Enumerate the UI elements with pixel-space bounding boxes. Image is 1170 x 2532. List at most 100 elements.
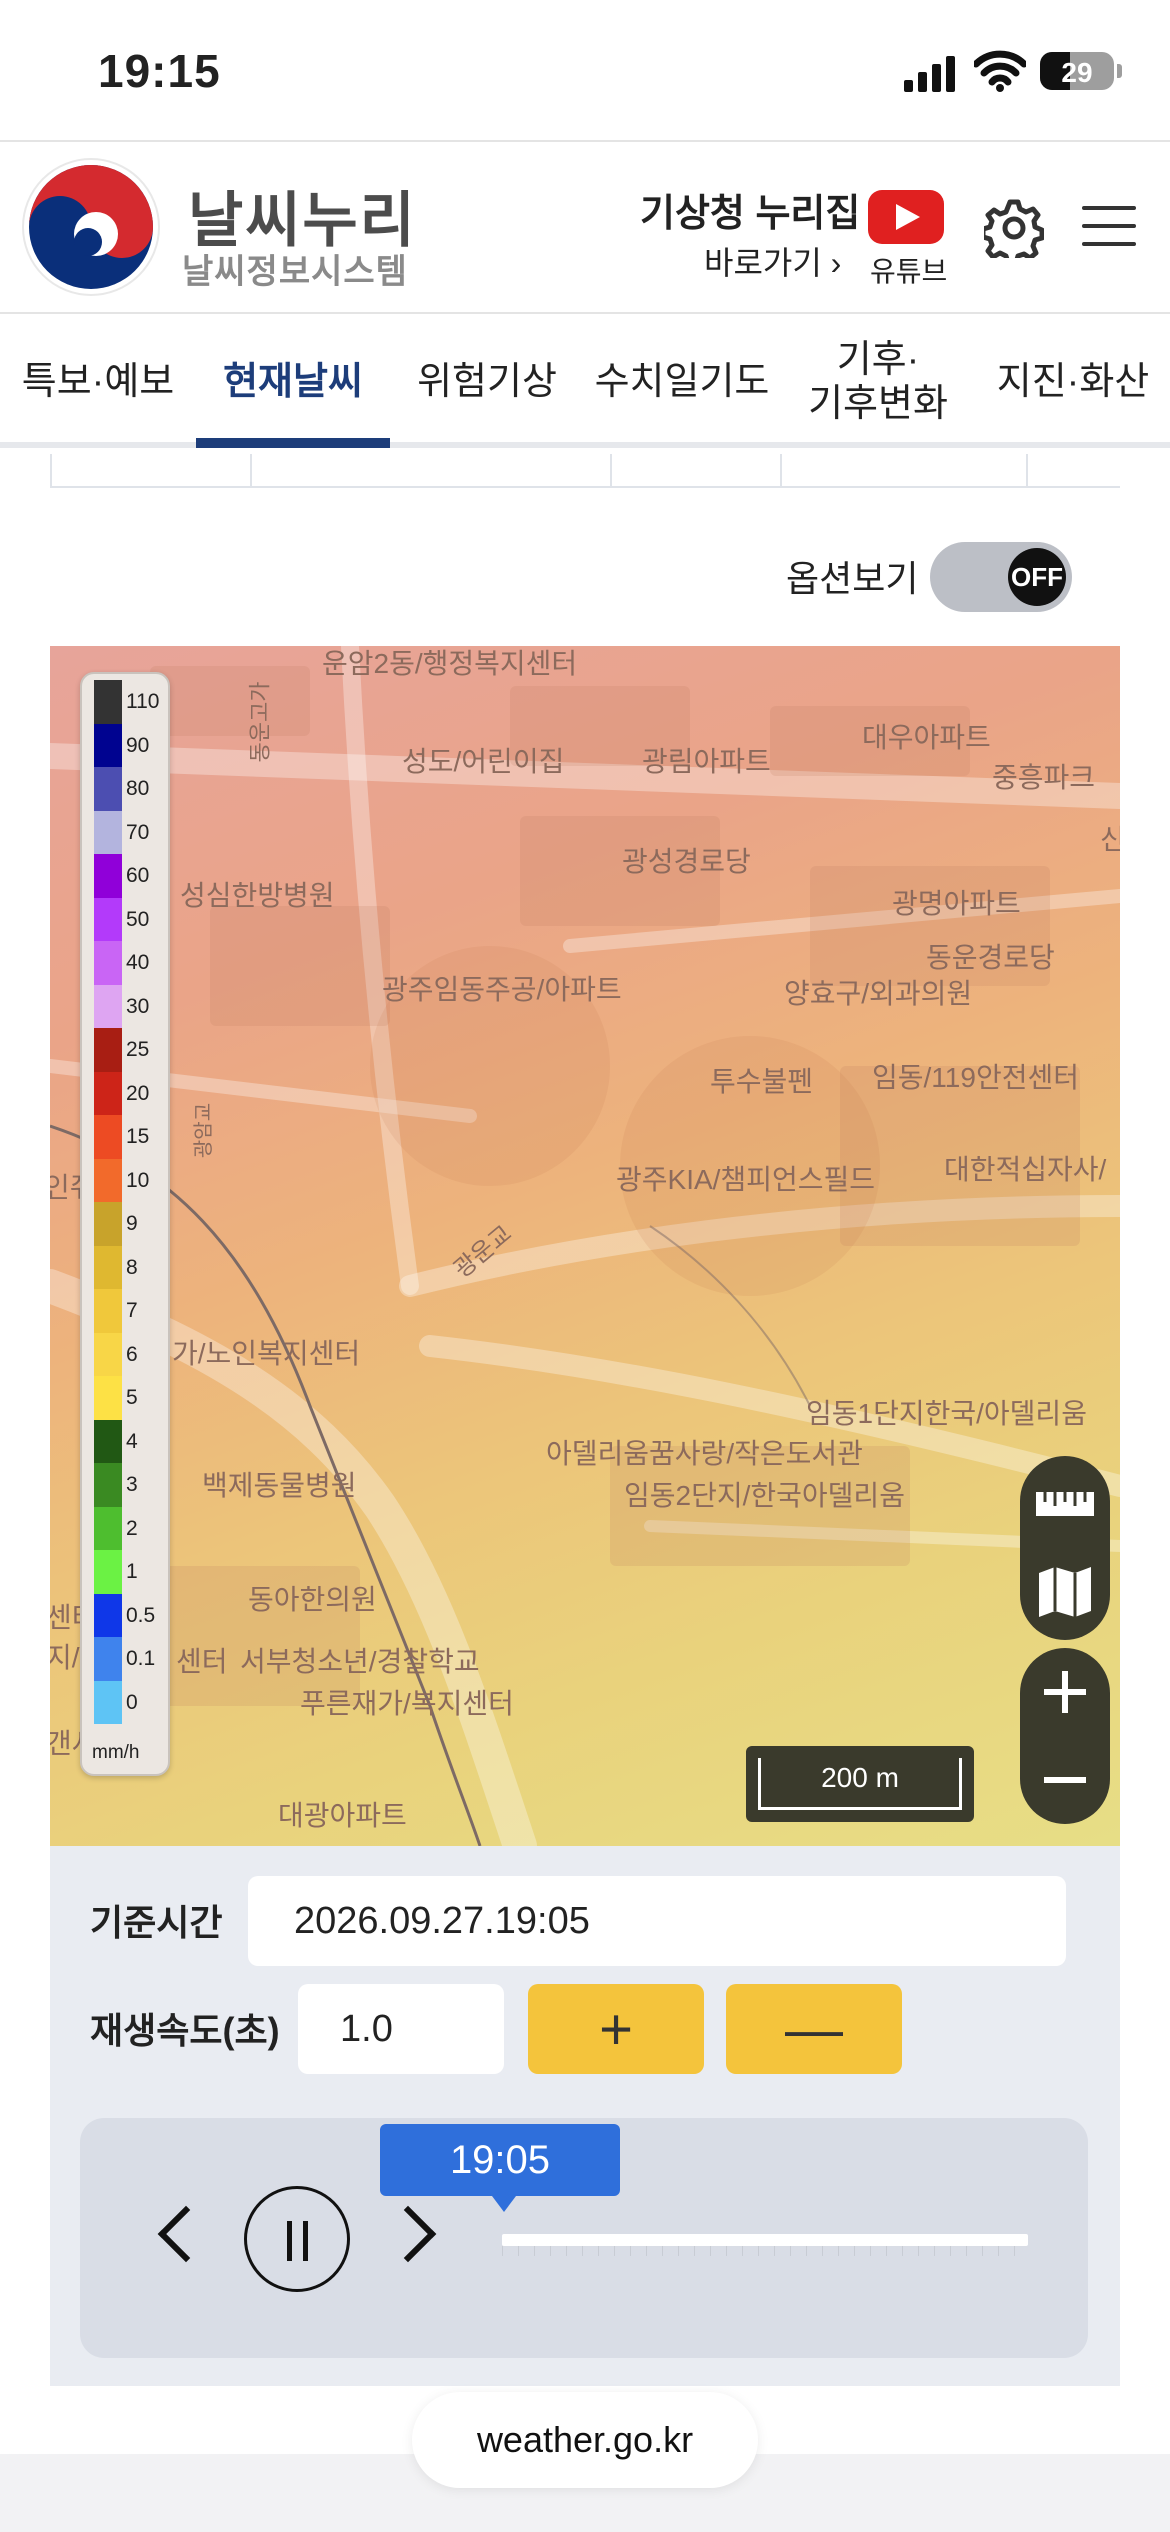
status-bar: 19:15 29	[0, 0, 1170, 140]
legend-value: 8	[126, 1255, 138, 1279]
map-label: 광주임동주공/아파트	[382, 974, 622, 1005]
legend-value: 110	[126, 690, 160, 713]
legend-swatch	[94, 810, 122, 854]
timeline-ticks	[502, 2246, 1028, 2256]
map-label: 광주KIA/챔피언스필드	[616, 1164, 875, 1195]
map-tools-group	[1020, 1456, 1110, 1640]
map-label: 지/	[50, 1642, 80, 1673]
zoom-in-icon[interactable]	[1020, 1648, 1110, 1736]
speed-increase-button[interactable]: +	[528, 1984, 704, 2074]
radar-map[interactable]: 운암2동/행정복지센터 성도/어린이집 광림아파트 대우아파트 중흥파크 신 광…	[50, 646, 1120, 1846]
legend-value: 80	[126, 777, 150, 800]
tab-current-weather[interactable]: 현재날씨	[196, 316, 390, 448]
chevron-right-icon[interactable]	[379, 2205, 437, 2263]
settings-gear-icon[interactable]	[984, 198, 1044, 258]
map-book-icon[interactable]	[1020, 1548, 1110, 1636]
browser-url-pill[interactable]: weather.go.kr	[412, 2392, 758, 2488]
status-time: 19:15	[98, 45, 221, 97]
legend-value: 90	[126, 733, 150, 757]
battery-icon: 29	[1040, 52, 1122, 90]
legend-value: 60	[126, 864, 150, 887]
legend-swatch	[94, 1158, 122, 1202]
map-label: 임동1단지한국/아델리움	[806, 1398, 1087, 1429]
zoom-out-icon[interactable]	[1020, 1736, 1110, 1824]
map-label: 백제동물병원	[202, 1470, 357, 1501]
tab-warning-forecast[interactable]: 특보·예보	[0, 316, 196, 448]
hamburger-menu-icon[interactable]	[1082, 206, 1136, 246]
map-label: 광림아파트	[642, 746, 771, 777]
legend-swatch	[94, 1680, 122, 1724]
map-label: 가/노인복지센터	[172, 1338, 361, 1369]
map-label: 동운경로당	[926, 942, 1055, 973]
legend-value: 0	[126, 1690, 138, 1714]
speed-field[interactable]: 1.0	[298, 1984, 504, 2074]
legend-swatch	[94, 1289, 122, 1333]
legend-swatch	[94, 1071, 122, 1115]
tab-climate[interactable]: 기후· 기후변화	[780, 316, 976, 448]
legend-value: 0.5	[126, 1603, 156, 1627]
legend-value: 4	[126, 1429, 138, 1453]
legend-swatch	[94, 1550, 122, 1594]
base-time-field[interactable]: 2026.09.27.19:05	[248, 1876, 1066, 1966]
map-label: 임동2단지/한국아델리움	[624, 1480, 905, 1511]
legend-value: 6	[126, 1342, 138, 1366]
tab-hazard-weather[interactable]: 위험기상	[390, 316, 584, 448]
legend-swatch	[94, 897, 122, 941]
map-label: 성도/어린이집	[402, 746, 565, 777]
legend-swatch	[94, 1028, 122, 1072]
kma-taegeuk-logo-icon[interactable]	[22, 158, 160, 296]
ruler-icon[interactable]	[1020, 1460, 1110, 1548]
legend-value: 3	[126, 1473, 138, 1496]
legend-value: 15	[126, 1125, 150, 1148]
legend-value: 40	[126, 951, 150, 974]
map-label: 신	[1100, 824, 1120, 855]
map-label: 대우아파트	[862, 722, 991, 753]
legend-swatch	[94, 1332, 122, 1376]
options-toggle[interactable]: OFF	[930, 542, 1072, 612]
main-nav: 특보·예보 현재날씨 위험기상 수치일기도 기후· 기후변화 지진·화산	[0, 316, 1170, 448]
legend-swatch	[94, 1463, 122, 1507]
base-time-label: 기준시간	[90, 1902, 223, 1943]
legend-swatch	[94, 1506, 122, 1550]
youtube-icon[interactable]	[868, 190, 944, 244]
content-area: 옵션보기 OFF 운암2동/행정복지센터 성도/어린이집 광림아파트 대우아파트…	[0, 454, 1170, 2454]
tab-weather-chart[interactable]: 수치일기도	[584, 316, 780, 448]
map-label: 광성경로당	[622, 846, 751, 877]
youtube-label[interactable]: 유튜브	[870, 250, 947, 290]
map-scale-bar: 200 m	[746, 1746, 974, 1822]
legend-swatch	[94, 984, 122, 1028]
kma-homepage-link[interactable]: 바로가기 ›	[704, 238, 841, 284]
zoom-controls	[1020, 1648, 1110, 1824]
tab-earthquake-volcano[interactable]: 지진·화산	[976, 316, 1170, 448]
legend-value: 2	[126, 1516, 138, 1540]
legend-value: 70	[126, 820, 150, 844]
legend-swatch	[94, 1376, 122, 1420]
cellular-signal-icon	[904, 56, 955, 92]
table-stub	[50, 454, 1120, 488]
map-label: 성심한방병원	[180, 880, 335, 911]
map-label: 동운고가	[247, 681, 273, 763]
legend-swatch	[94, 941, 122, 985]
map-label: 운암2동/행정복지센터	[322, 648, 578, 679]
map-label: 투수불펜	[710, 1066, 814, 1097]
legend-value: 25	[126, 1038, 150, 1061]
legend-swatch	[94, 680, 122, 724]
scale-label: 200 m	[821, 1762, 899, 1793]
legend-swatch	[94, 1245, 122, 1289]
map-label: 동아한의원	[248, 1584, 377, 1615]
legend-swatch	[94, 1419, 122, 1463]
timeline-track[interactable]	[502, 2234, 1028, 2246]
speed-decrease-button[interactable]: —	[726, 1984, 902, 2074]
legend-value: 50	[126, 907, 150, 931]
legend-value: 20	[126, 1081, 150, 1105]
map-label: 양효구/외과의원	[784, 978, 973, 1009]
legend-value: 7	[126, 1299, 138, 1322]
kma-homepage-title[interactable]: 기상청 누리집	[640, 182, 860, 237]
legend-swatch	[94, 1637, 122, 1681]
chevron-left-icon[interactable]	[157, 2205, 215, 2263]
legend-swatch	[94, 1593, 122, 1637]
legend-swatch	[94, 1202, 122, 1246]
pause-icon[interactable]	[244, 2186, 350, 2292]
legend-swatch	[94, 1115, 122, 1159]
map-label: 중흥파크	[992, 762, 1096, 793]
